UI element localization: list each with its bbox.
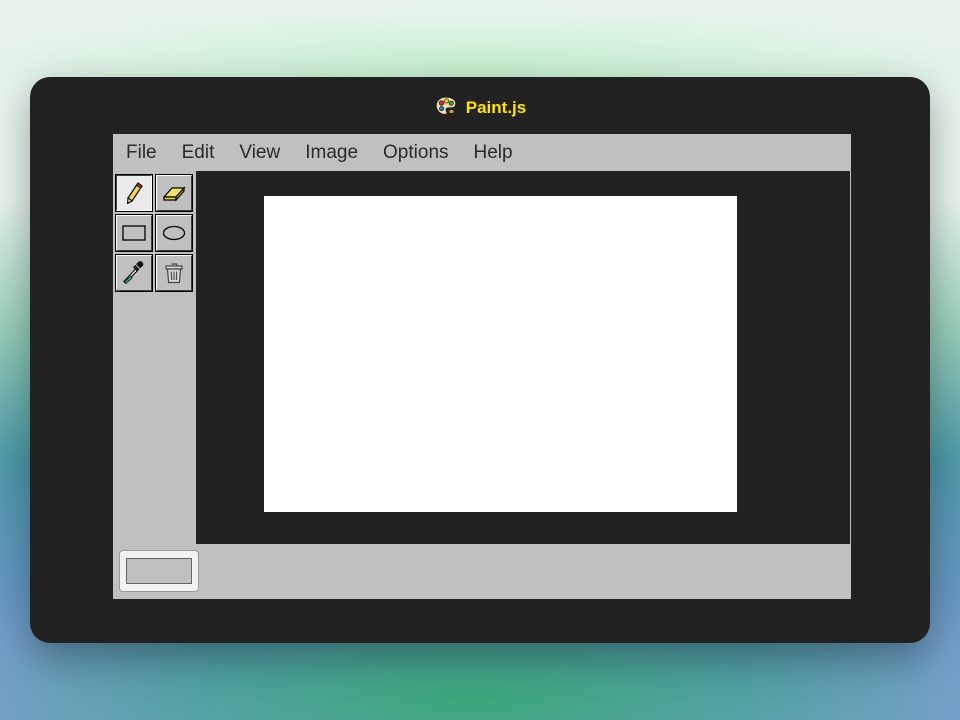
- menu-options[interactable]: Options: [376, 138, 455, 168]
- current-color-swatch: [126, 558, 192, 584]
- menu-image[interactable]: Image: [298, 138, 365, 168]
- eyedropper-tool-button[interactable]: [115, 254, 153, 292]
- eyedropper-icon: [123, 261, 144, 285]
- app-window: Paint.js File Edit View Image Options He…: [30, 77, 930, 643]
- current-color-box[interactable]: [119, 550, 199, 592]
- status-bar: [113, 544, 851, 599]
- menu-help[interactable]: Help: [467, 138, 520, 168]
- eraser-tool-button[interactable]: [155, 174, 193, 212]
- window-title: Paint.js: [465, 98, 527, 117]
- clear-tool-button[interactable]: [155, 254, 193, 292]
- menu-edit[interactable]: Edit: [175, 138, 222, 168]
- rectangle-icon: [122, 225, 146, 241]
- rectangle-tool-button[interactable]: [115, 214, 153, 252]
- menu-view[interactable]: View: [232, 138, 287, 168]
- toolbox: [115, 174, 195, 292]
- menu-bar: File Edit View Image Options Help: [113, 134, 851, 171]
- paint-app: File Edit View Image Options Help: [113, 134, 851, 599]
- eraser-icon: [162, 186, 186, 202]
- trash-icon: [165, 263, 183, 284]
- pencil-tool-button[interactable]: [115, 174, 153, 212]
- palette-icon: [434, 95, 458, 122]
- title-bar: Paint.js: [30, 95, 930, 121]
- menu-file[interactable]: File: [119, 138, 164, 168]
- ellipse-icon: [162, 225, 186, 241]
- canvas-workspace: [196, 171, 850, 544]
- ellipse-tool-button[interactable]: [155, 214, 193, 252]
- pencil-icon: [126, 182, 143, 205]
- drawing-canvas[interactable]: [264, 196, 737, 512]
